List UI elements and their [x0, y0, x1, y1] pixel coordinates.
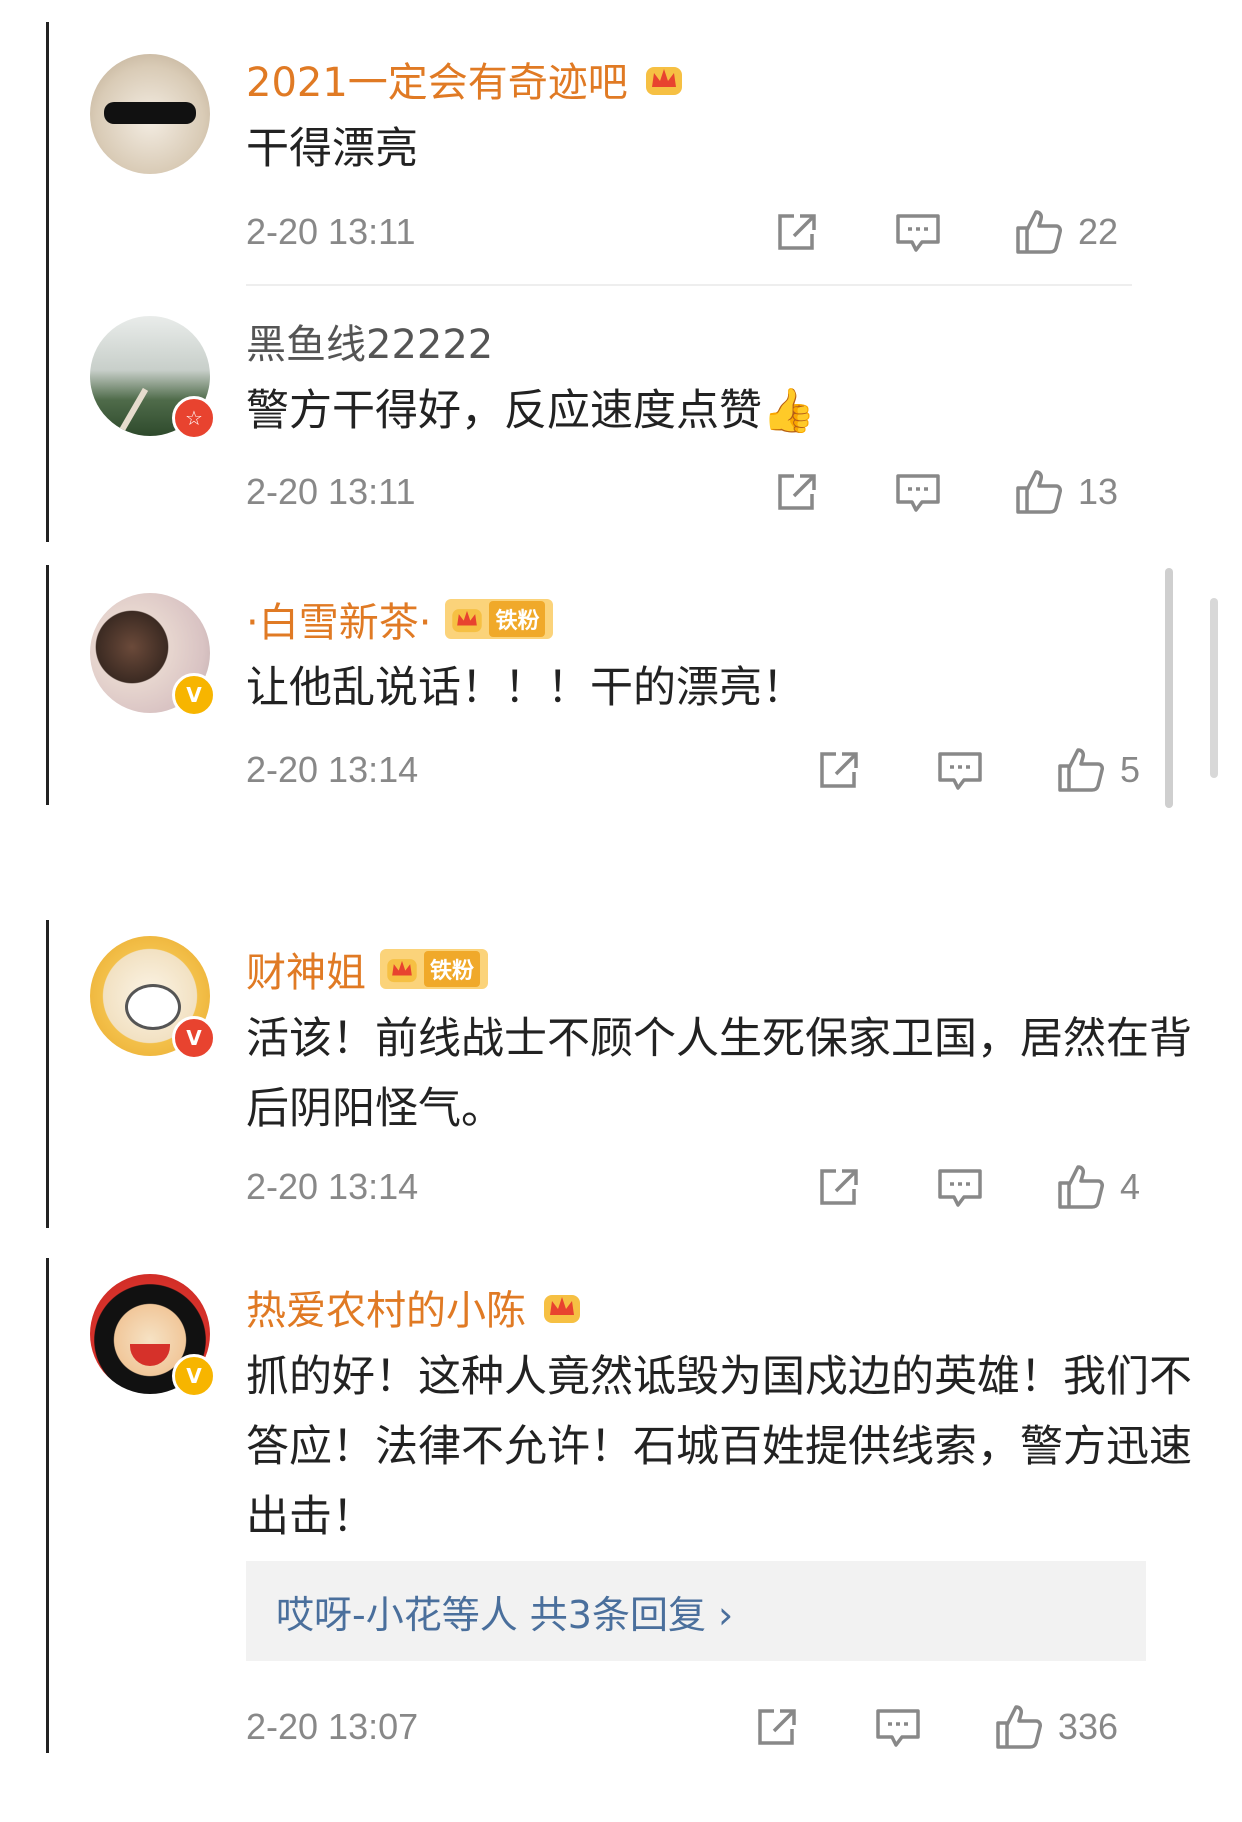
comment-icon[interactable]	[936, 1165, 984, 1209]
comment-text: 抓的好！这种人竟然诋毁为国戍边的英雄！我们不答应！法律不允许！石城百姓提供线索，…	[246, 1352, 1192, 1542]
scrollbar[interactable]	[1210, 598, 1218, 778]
thumbs-up-icon[interactable]	[1056, 746, 1106, 794]
avatar[interactable]: V	[90, 936, 216, 1060]
comment-time: 2-20 13:14	[246, 749, 419, 790]
comment-item: V 热爱农村的小陈 抓的好！这种人竟然诋毁为国戍边的英雄！我们不答应！法律不允许…	[48, 1258, 1192, 1753]
comment-icon[interactable]	[936, 748, 984, 792]
fan-badge: 铁粉	[445, 599, 554, 639]
comment-item: V ·白雪新茶· 铁粉 让他乱说话！！！干的漂亮！ 2-20 13:14 5	[48, 565, 1178, 805]
thumbs-up-icon[interactable]	[1014, 468, 1064, 516]
comment-text: 警方干得好，反应速度点赞👍	[246, 386, 816, 436]
share-icon[interactable]	[774, 470, 822, 514]
verified-v-icon: V	[172, 1354, 216, 1398]
avatar[interactable]: V	[90, 593, 216, 717]
like-count: 336	[1057, 1706, 1118, 1747]
comment-icon[interactable]	[894, 470, 942, 514]
fan-badge-label: 铁粉	[424, 951, 481, 987]
comment-time: 2-20 13:14	[246, 1166, 419, 1207]
divider	[246, 284, 1132, 286]
share-icon[interactable]	[774, 210, 822, 254]
avatar[interactable]: V	[90, 1274, 216, 1398]
verified-v-icon: V	[172, 1016, 216, 1060]
crown-icon	[384, 951, 420, 987]
comment-item: ☆ 黑鱼线22222 警方干得好，反应速度点赞👍 2-20 13:11 13	[48, 292, 1178, 542]
crown-icon	[642, 57, 686, 101]
thumbs-up-icon[interactable]	[994, 1703, 1044, 1751]
username[interactable]: 2021一定会有奇迹吧	[246, 50, 628, 108]
thumbs-up-icon[interactable]	[1056, 1163, 1106, 1211]
comment-item: 2021一定会有奇迹吧 干得漂亮 2-20 13:11 22	[48, 0, 1178, 290]
comment-time: 2-20 13:07	[246, 1706, 419, 1747]
like-count: 5	[1119, 749, 1140, 790]
fan-badge: 铁粉	[380, 949, 489, 989]
share-icon[interactable]	[816, 1165, 864, 1209]
share-icon[interactable]	[816, 748, 864, 792]
avatar[interactable]: ☆	[90, 316, 216, 440]
comment-icon[interactable]	[894, 210, 942, 254]
thumbs-up-icon[interactable]	[1014, 208, 1064, 256]
crown-icon	[449, 601, 485, 637]
verified-v-icon: V	[172, 673, 216, 717]
verified-star-icon: ☆	[172, 396, 216, 440]
comment-text: 干得漂亮	[246, 124, 418, 174]
like-count: 13	[1077, 471, 1118, 512]
comment-text: 让他乱说话！！！干的漂亮！	[246, 663, 805, 713]
comment-text: 活该！前线战士不顾个人生死保家卫国，居然在背后阴阳怪气。	[246, 1014, 1192, 1134]
avatar[interactable]	[90, 54, 210, 174]
username[interactable]: 财神姐	[246, 940, 366, 998]
like-count: 22	[1077, 211, 1118, 252]
comment-item: V 财神姐 铁粉 活该！前线战士不顾个人生死保家卫国，居然在背后阴阳怪气。 2-…	[48, 920, 1192, 1228]
username[interactable]: 黑鱼线22222	[246, 312, 493, 370]
crown-icon	[540, 1285, 584, 1329]
username[interactable]: ·白雪新茶·	[246, 590, 431, 648]
comment-time: 2-20 13:11	[246, 211, 416, 252]
replies-summary[interactable]: 哎呀-小花等人 共3条回复 ›	[246, 1561, 1146, 1661]
comment-time: 2-20 13:11	[246, 471, 416, 512]
like-count: 4	[1119, 1166, 1140, 1207]
share-icon[interactable]	[754, 1705, 802, 1749]
replies-link[interactable]: 哎呀-小花等人 共3条回复 ›	[276, 1584, 733, 1639]
comment-icon[interactable]	[874, 1705, 922, 1749]
fan-badge-label: 铁粉	[489, 601, 546, 637]
username[interactable]: 热爱农村的小陈	[246, 1278, 526, 1336]
